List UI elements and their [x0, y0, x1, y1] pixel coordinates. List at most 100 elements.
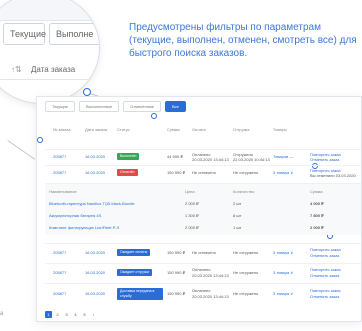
magnifier-toolbar: [0, 0, 99, 21]
payment-status: Оплачено: [192, 288, 211, 293]
sort-date-label[interactable]: Дата заказа: [31, 65, 75, 74]
cancel-order-link[interactable]: Отменить заказ: [310, 253, 339, 258]
goods-toggle[interactable]: 3 товара ∨: [273, 291, 293, 296]
item-qty: 2 шт: [233, 201, 242, 206]
goods-toggle[interactable]: Товаров —: [273, 154, 293, 159]
items-header-price: Цена: [185, 189, 195, 194]
order-item-row[interactable]: Аккумуляторная батарея 4S 1 300 ₽ 6 шт 7…: [45, 210, 361, 220]
order-id[interactable]: 205877: [53, 291, 66, 296]
order-items-table: Наименование Цена Количество Сумма Bluet…: [45, 183, 361, 235]
col-header-sum[interactable]: Сумма: [167, 127, 180, 132]
order-sum: 150 990 ₽: [167, 270, 186, 275]
table-row[interactable]: 205877 16.03.2020 Отменён 150 990 ₽ Не о…: [45, 165, 361, 179]
order-date: 16.03.2020: [85, 170, 106, 175]
orders-panel: Текущие Выполненные Отменённые Все № зак…: [36, 96, 362, 322]
item-sum: 7 800 ₽: [310, 213, 324, 218]
payment-date: 20.03.2020 13:44:13: [192, 157, 229, 162]
payment-status: Оплачено: [192, 267, 211, 272]
table-row[interactable]: 205877 16.03.2020 Ожидает отгрузки 150 9…: [45, 263, 361, 281]
page-4[interactable]: 4: [72, 311, 79, 318]
cancel-order-link[interactable]: Отменить заказ: [310, 157, 339, 162]
callout-caption: Предусмотрены фильтры по параметрам (тек…: [129, 22, 357, 59]
status-badge: Отменён: [117, 169, 138, 176]
shipping-status: Не отгружено: [233, 250, 259, 255]
items-header-qty: Количество: [233, 189, 255, 194]
sort-icon[interactable]: ↑⇅: [11, 65, 22, 74]
col-header-status[interactable]: Статус: [117, 127, 130, 132]
magnifier-divider: [0, 79, 99, 80]
filter-current-tab[interactable]: Текущие: [45, 101, 75, 112]
items-header-sum: Сумма: [310, 189, 323, 194]
filter-done-button[interactable]: Выполне: [49, 23, 99, 45]
page-2[interactable]: 2: [54, 311, 61, 318]
marker-dot: [151, 113, 157, 119]
item-name-link[interactable]: Bluetooth-гарнитура Nautilus TQ5-black-B…: [49, 201, 135, 206]
order-sum: 44 990 ₽: [167, 154, 183, 159]
stage: Текущие Выполне ↑⇅ Дата заказа Предусмот…: [0, 0, 362, 331]
shipping-status: Не отгружено: [233, 270, 259, 275]
filter-all-tab[interactable]: Все: [165, 101, 186, 112]
order-sum: 150 990 ₽: [167, 291, 186, 296]
col-header-goods[interactable]: Товары: [273, 127, 287, 132]
status-badge: Выполнен: [117, 153, 140, 160]
status-badge: Ожидает отгрузки: [117, 269, 152, 276]
table-row[interactable]: 205877 16.03.2020 Ожидает оплаты 150 990…: [45, 243, 361, 261]
payment-status: Не оплачено: [192, 170, 216, 175]
order-item-row[interactable]: Комплект фильтрующих LionFleet P-X 2 000…: [45, 222, 361, 232]
items-header-name: Наименование: [49, 189, 77, 194]
order-date: 16.03.2020: [85, 154, 106, 159]
goods-toggle[interactable]: 3 товара ∨: [273, 170, 293, 175]
page-1[interactable]: 1: [45, 311, 52, 318]
cancel-order-link[interactable]: Отменить заказ: [310, 294, 339, 299]
item-price: 1 300 ₽: [185, 213, 199, 218]
order-item-row[interactable]: Bluetooth-гарнитура Nautilus TQ5-black-B…: [45, 198, 361, 208]
col-header-date[interactable]: Дата заказа: [85, 127, 107, 132]
next-page-icon[interactable]: ›: [90, 311, 97, 318]
status-badge: Ожидает оплаты: [117, 249, 151, 256]
order-items-header: Наименование Цена Количество Сумма: [45, 186, 361, 196]
order-sum: 150 990 ₽: [167, 170, 186, 175]
order-id[interactable]: 205877: [53, 250, 66, 255]
table-row[interactable]: 205877 16.03.2020 Выполнен 44 990 ₽ Опла…: [45, 149, 361, 163]
col-header-payment[interactable]: Оплата: [192, 127, 206, 132]
table-row[interactable]: 205877 16.03.2020 Доставка передана в сл…: [45, 283, 361, 303]
page-3[interactable]: 3: [63, 311, 70, 318]
leader-line: [7, 140, 36, 160]
order-id[interactable]: 205877: [53, 154, 66, 159]
order-date: 16.03.2020: [85, 250, 106, 255]
item-sum: 4 000 ₽: [310, 201, 324, 206]
cancelled-note: Вы отменили 03.03.2020: [310, 173, 356, 178]
payment-date: 20.03.2020 13:44:13: [192, 273, 229, 278]
goods-toggle[interactable]: 3 товара ∨: [273, 270, 293, 275]
page-5[interactable]: 5: [81, 311, 88, 318]
item-name-link[interactable]: Комплект фильтрующих LionFleet P-X: [49, 225, 119, 230]
order-id[interactable]: 205877: [53, 170, 66, 175]
marker-dot: [37, 137, 43, 143]
filter-bar: Текущие Выполненные Отменённые Все: [45, 101, 186, 113]
side-text: а: [0, 311, 4, 317]
goods-toggle[interactable]: 3 товара ∨: [273, 250, 293, 255]
repeat-order-link[interactable]: Повторить заказ: [310, 288, 341, 293]
item-price: 2 000 ₽: [185, 201, 199, 206]
repeat-order-link[interactable]: Повторить заказ: [310, 247, 341, 252]
shipping-status: Не отгружено: [233, 291, 259, 296]
status-badge: Доставка передана в службу: [117, 288, 163, 300]
order-id[interactable]: 205877: [53, 270, 66, 275]
order-sum: 150 990 ₽: [167, 250, 186, 255]
item-qty: 6 шт: [233, 213, 242, 218]
filter-current-button[interactable]: Текущие: [3, 23, 46, 45]
shipping-date: 22.03.2020 10:44:13: [233, 157, 270, 162]
filter-cancelled-tab[interactable]: Отменённые: [123, 101, 162, 112]
col-header-id[interactable]: № заказа: [53, 127, 71, 132]
order-date: 16.03.2020: [85, 270, 106, 275]
item-name-link[interactable]: Аккумуляторная батарея 4S: [49, 213, 101, 218]
col-header-shipping[interactable]: Отгрузка: [233, 127, 249, 132]
repeat-order-link[interactable]: Повторить заказ: [310, 267, 341, 272]
shipping-status: Не отгружено: [233, 170, 259, 175]
payment-status: Не оплачено: [192, 250, 216, 255]
filter-done-tab[interactable]: Выполненные: [79, 101, 120, 112]
item-price: 2 000 ₽: [185, 225, 199, 230]
item-qty: 1 шт: [233, 225, 242, 230]
cancel-order-link[interactable]: Отменить заказ: [310, 273, 339, 278]
item-sum: 2 000 ₽: [310, 225, 324, 230]
